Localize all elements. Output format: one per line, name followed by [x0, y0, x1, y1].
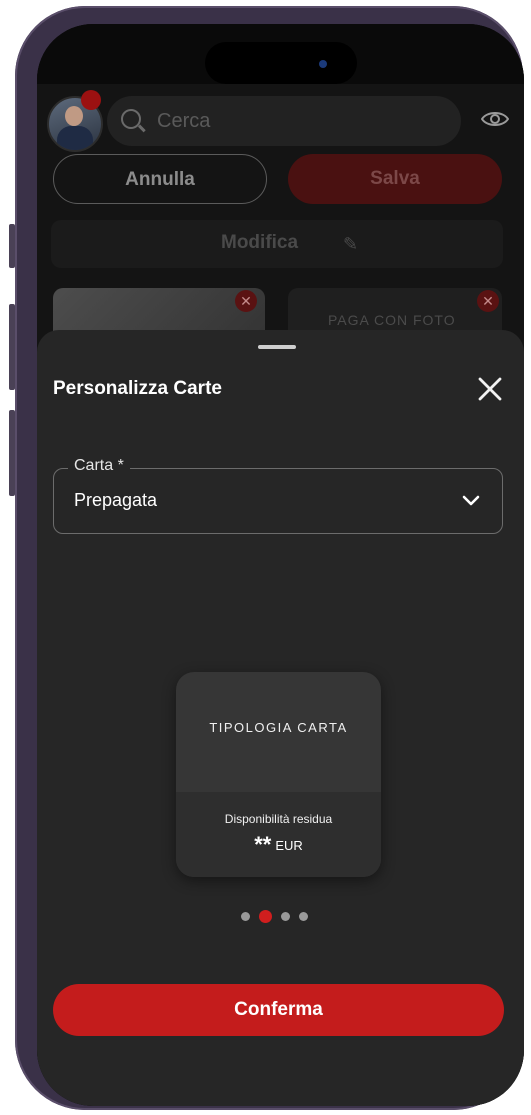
card-select-label: Carta *	[68, 457, 130, 475]
silent-switch	[9, 224, 15, 268]
dynamic-island	[205, 42, 357, 84]
edit-label[interactable]: Modifica	[221, 232, 298, 254]
search-icon	[121, 109, 141, 129]
pencil-icon: ✎	[343, 234, 359, 254]
sheet-grabber[interactable]	[258, 345, 296, 349]
camera-icon	[319, 60, 327, 68]
save-button[interactable]: Salva	[288, 154, 502, 204]
card-type-label: TIPOLOGIA CARTA	[209, 720, 348, 735]
sheet-title: Personalizza Carte	[53, 378, 222, 399]
notification-badge	[81, 90, 101, 110]
cancel-button[interactable]: Annulla	[53, 154, 267, 204]
volume-down-button	[9, 410, 15, 496]
confirm-button[interactable]: Conferma	[53, 984, 504, 1036]
bottom-sheet: Personalizza Carte Carta * Prepagata TIP…	[37, 330, 524, 1106]
device-screen: Cerca Annulla Salva Modifica ✎ ✕ PAGA CO…	[37, 24, 524, 1106]
page-dot[interactable]	[259, 910, 272, 923]
page-dot[interactable]	[241, 912, 250, 921]
page-dot[interactable]	[281, 912, 290, 921]
page-dot[interactable]	[299, 912, 308, 921]
search-placeholder: Cerca	[157, 110, 211, 132]
edit-bar: Modifica ✎	[51, 220, 503, 268]
currency-label: EUR	[275, 837, 303, 853]
volume-up-button	[9, 304, 15, 390]
chevron-down-icon	[462, 495, 480, 506]
card-select-value: Prepagata	[74, 490, 158, 510]
remove-card-icon[interactable]: ✕	[477, 290, 499, 312]
close-icon[interactable]	[477, 376, 503, 402]
search-input[interactable]: Cerca	[107, 96, 461, 146]
remove-card-icon[interactable]: ✕	[235, 290, 257, 312]
card-amount: ** EUR	[176, 832, 381, 858]
eye-icon[interactable]	[481, 110, 509, 128]
masked-amount: **	[254, 832, 272, 857]
card-thumbnail-label: PAGA CON FOTO	[328, 312, 456, 328]
card-preview[interactable]: TIPOLOGIA CARTA Disponibilità residua **…	[176, 672, 381, 877]
availability-label: Disponibilità residua	[224, 812, 333, 826]
card-select[interactable]: Carta * Prepagata	[53, 457, 503, 534]
